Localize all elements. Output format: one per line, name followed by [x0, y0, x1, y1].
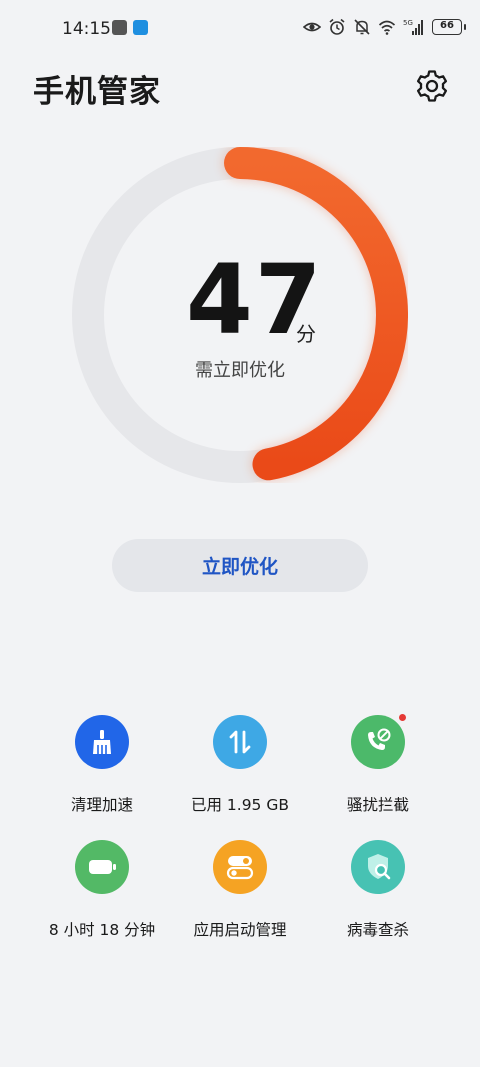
- status-time: 14:15: [62, 19, 111, 39]
- tile-icon-bg: [75, 715, 129, 769]
- status-icons: 5G 66: [303, 18, 466, 36]
- tile-label: 已用 1.95 GB: [190, 796, 289, 814]
- battery-icon: [89, 860, 116, 874]
- wifi-icon: [378, 20, 396, 35]
- shield-search-icon: [368, 854, 391, 880]
- tile-label: 清理加速: [70, 796, 133, 814]
- score-status-text: 需立即优化: [195, 360, 285, 381]
- tile-label: 8 小时 18 分钟: [48, 921, 156, 939]
- network-type-label: 5G: [403, 19, 413, 27]
- tile-label: 骚扰拦截: [346, 796, 409, 814]
- app-notification-icon: [133, 20, 148, 35]
- tile-icon-bg: [351, 840, 405, 894]
- tile-icon-bg: [75, 840, 129, 894]
- tile-app-launch[interactable]: 应用启动管理: [160, 840, 320, 940]
- blocked-call-icon: [368, 728, 391, 750]
- tile-label: 应用启动管理: [193, 921, 287, 939]
- score-unit: 分: [296, 322, 316, 346]
- mail-notification-icon: [112, 20, 127, 35]
- eye-icon: [303, 22, 321, 32]
- tile-icon-bg: [213, 840, 267, 894]
- alarm-icon: [329, 18, 345, 35]
- tile-battery[interactable]: 8 小时 18 分钟: [22, 840, 182, 940]
- broom-icon: [93, 730, 111, 754]
- tile-clean-boost[interactable]: 清理加速: [22, 715, 182, 815]
- optimize-now-button[interactable]: 立即优化: [112, 539, 368, 592]
- tile-harassment-block[interactable]: 骚扰拦截: [298, 713, 458, 815]
- transfer-arrows-icon: [229, 730, 251, 754]
- tile-storage[interactable]: 已用 1.95 GB: [160, 715, 320, 815]
- tile-virus-scan[interactable]: 病毒查杀: [298, 840, 458, 940]
- notification-badge: [398, 713, 407, 722]
- tile-icon-bg: [213, 715, 267, 769]
- battery-indicator: 66: [432, 19, 466, 35]
- settings-gear-icon[interactable]: [414, 68, 450, 104]
- mute-bell-icon: [354, 19, 370, 35]
- tile-icon-bg: [351, 713, 407, 769]
- notification-icons: [112, 20, 148, 35]
- status-bar: 14:15 5G 66: [0, 0, 480, 58]
- page-title: 手机管家: [33, 74, 161, 110]
- toggle-switch-icon: [226, 856, 254, 880]
- cellular-signal-icon: 5G: [403, 19, 423, 35]
- phone-manager-screen: 14:15 5G 66 手机管家 47 分 需立即优化 立即优化 清理加速 已用…: [0, 0, 480, 1067]
- tile-label: 病毒查杀: [346, 921, 409, 939]
